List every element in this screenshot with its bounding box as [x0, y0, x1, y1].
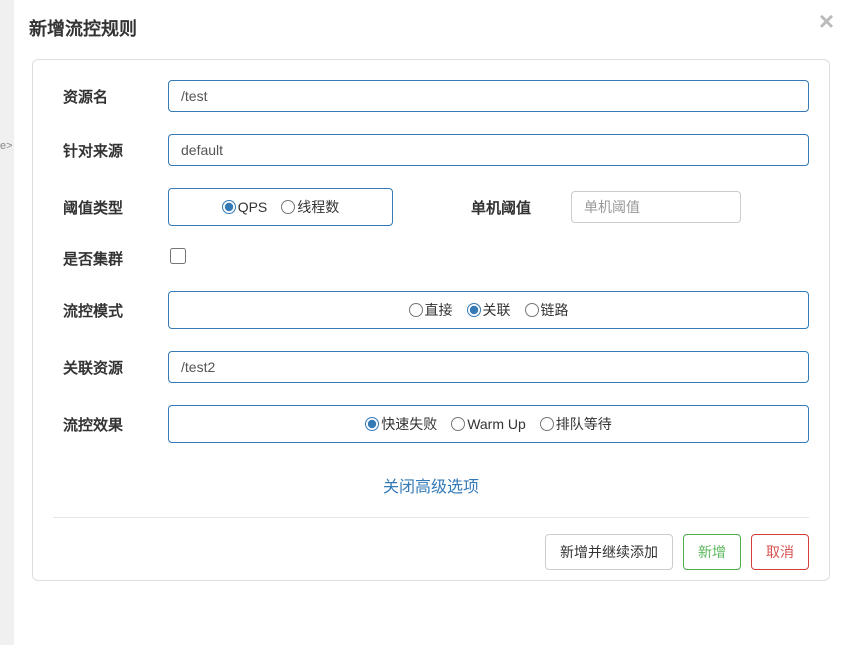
radio-fast-fail-input[interactable] [365, 417, 379, 431]
modal-title: 新增流控规则 [29, 15, 833, 41]
label-cluster: 是否集群 [53, 248, 168, 269]
radio-relate-input[interactable] [467, 303, 481, 317]
radio-qps-label: QPS [238, 199, 268, 215]
radio-fast-fail-label: 快速失败 [381, 414, 437, 434]
radio-relate[interactable]: 关联 [467, 300, 511, 320]
row-flow-mode: 流控模式 直接 关联 链路 [53, 291, 809, 329]
label-related-resource: 关联资源 [53, 357, 168, 378]
label-source: 针对来源 [53, 140, 168, 161]
flow-effect-radio-group: 快速失败 Warm Up 排队等待 [168, 405, 809, 443]
radio-warm-up-label: Warm Up [467, 416, 526, 432]
row-cluster: 是否集群 [53, 248, 809, 269]
advanced-toggle: 关闭高级选项 [53, 473, 809, 497]
radio-qps[interactable]: QPS [222, 199, 268, 215]
flow-mode-radio-group: 直接 关联 链路 [168, 291, 809, 329]
close-advanced-link[interactable]: 关闭高级选项 [383, 479, 479, 496]
row-related-resource: 关联资源 [53, 351, 809, 383]
modal-footer: 新增并继续添加 新增 取消 [53, 517, 809, 570]
threshold-type-radio-group: QPS 线程数 [168, 188, 393, 226]
cancel-button[interactable]: 取消 [751, 534, 809, 570]
resource-input[interactable] [168, 80, 809, 112]
label-threshold-type: 阈值类型 [53, 197, 168, 218]
radio-direct-input[interactable] [409, 303, 423, 317]
radio-chain-input[interactable] [525, 303, 539, 317]
background-strip: e> [0, 0, 14, 645]
radio-qps-input[interactable] [222, 200, 236, 214]
radio-direct[interactable]: 直接 [409, 300, 453, 320]
radio-threads[interactable]: 线程数 [281, 197, 339, 217]
add-flow-rule-modal: 新增流控规则 × 资源名 针对来源 阈值类型 QPS [14, 0, 848, 645]
row-source: 针对来源 [53, 134, 809, 166]
radio-threads-input[interactable] [281, 200, 295, 214]
modal-header: 新增流控规则 × [14, 0, 848, 59]
radio-relate-label: 关联 [483, 300, 511, 320]
radio-warm-up-input[interactable] [451, 417, 465, 431]
radio-chain-label: 链路 [541, 300, 569, 320]
single-threshold-input[interactable] [571, 191, 741, 223]
source-input[interactable] [168, 134, 809, 166]
radio-warm-up[interactable]: Warm Up [451, 416, 526, 432]
add-button[interactable]: 新增 [683, 534, 741, 570]
radio-chain[interactable]: 链路 [525, 300, 569, 320]
label-flow-effect: 流控效果 [53, 414, 168, 435]
add-continue-button[interactable]: 新增并继续添加 [545, 534, 673, 570]
radio-queue-input[interactable] [540, 417, 554, 431]
label-flow-mode: 流控模式 [53, 300, 168, 321]
related-resource-input[interactable] [168, 351, 809, 383]
modal-body: 资源名 针对来源 阈值类型 QPS 线程数 [32, 59, 830, 581]
close-icon[interactable]: × [819, 8, 834, 34]
row-flow-effect: 流控效果 快速失败 Warm Up 排队等待 [53, 405, 809, 443]
label-resource: 资源名 [53, 86, 168, 107]
radio-threads-label: 线程数 [297, 197, 339, 217]
radio-queue-label: 排队等待 [556, 414, 612, 434]
row-resource: 资源名 [53, 80, 809, 112]
label-single-threshold: 单机阈值 [471, 197, 531, 218]
cluster-checkbox[interactable] [170, 248, 186, 264]
radio-direct-label: 直接 [425, 300, 453, 320]
radio-fast-fail[interactable]: 快速失败 [365, 414, 437, 434]
radio-queue[interactable]: 排队等待 [540, 414, 612, 434]
row-threshold-type: 阈值类型 QPS 线程数 单机阈值 [53, 188, 809, 226]
